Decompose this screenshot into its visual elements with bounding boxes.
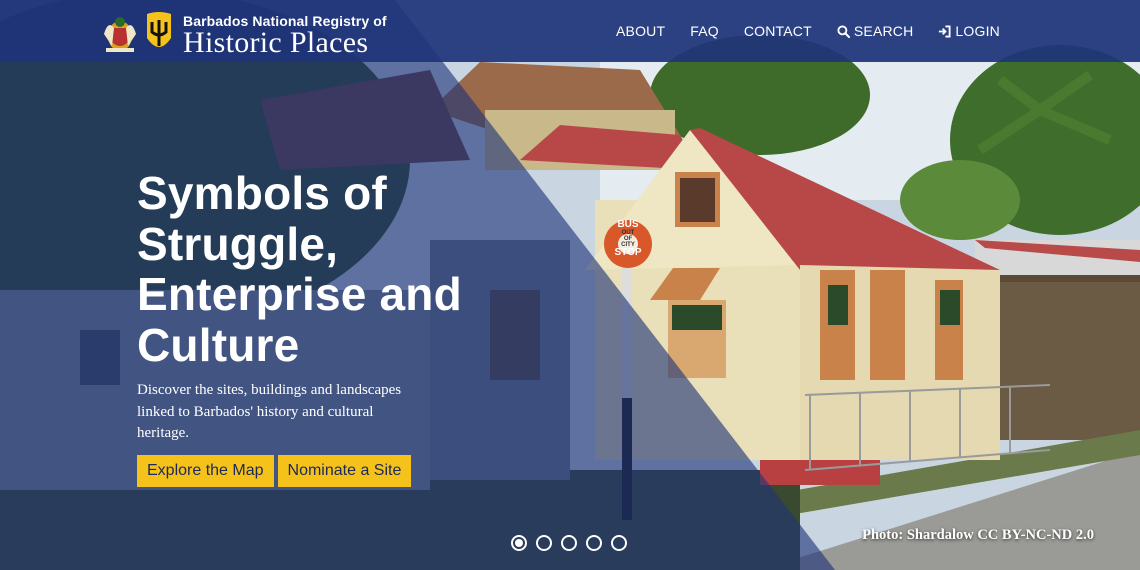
carousel-dot-5[interactable]	[611, 535, 627, 551]
nav-faq-label: FAQ	[690, 23, 719, 39]
carousel-indicators	[511, 535, 627, 551]
nav-search[interactable]: SEARCH	[837, 23, 914, 39]
nav-login-label: LOGIN	[955, 23, 1000, 39]
photo-credit: Photo: Shardalow CC BY-NC-ND 2.0	[862, 527, 1094, 543]
hero-title-line: Symbols of	[137, 167, 387, 219]
hero-buttons: Explore the Map Nominate a Site	[137, 454, 437, 487]
hero-title-line: Enterprise and	[137, 268, 462, 320]
barbados-crest-icon	[104, 17, 136, 52]
brand-line-2: Historic Places	[183, 26, 369, 59]
nav-login[interactable]: LOGIN	[938, 23, 1000, 39]
nav-faq[interactable]: FAQ	[690, 23, 719, 39]
nav-contact-label: CONTACT	[743, 23, 812, 39]
carousel-dot-1[interactable]	[511, 535, 527, 551]
main-nav: ABOUT FAQ CONTACT SEARCH LOGIN	[616, 0, 1000, 62]
top-navbar: Barbados National Registry of Historic P…	[0, 0, 1140, 62]
sign-word: BUS	[617, 219, 639, 230]
hero-title-line: Struggle,	[137, 217, 339, 270]
brand-text: Barbados National Registry of Historic P…	[183, 9, 387, 59]
site-logo-link[interactable]: Barbados National Registry of Historic P…	[100, 8, 387, 58]
hero-title: Symbols of Struggle, Enterprise and Cult…	[137, 167, 462, 371]
sign-word: STOP	[614, 247, 642, 258]
hero-content: Symbols of Struggle, Enterprise and Cult…	[137, 167, 462, 487]
nav-search-label: SEARCH	[853, 23, 914, 39]
explore-map-button[interactable]: Explore the Map	[137, 454, 274, 487]
nav-contact[interactable]: CONTACT	[744, 23, 812, 39]
hero-title-line: Culture	[137, 318, 300, 371]
carousel-dot-3[interactable]	[561, 535, 577, 551]
nav-about-label: ABOUT	[616, 23, 666, 39]
carousel-dot-4[interactable]	[586, 535, 602, 551]
nominate-site-button[interactable]: Nominate a Site	[277, 454, 412, 487]
nav-about[interactable]: ABOUT	[616, 23, 665, 39]
hero-description: Discover the sites, buildings and landsc…	[137, 382, 402, 441]
search-icon	[837, 24, 850, 38]
trident-badge-icon	[147, 12, 171, 47]
carousel-dot-2[interactable]	[536, 535, 552, 551]
login-icon	[939, 24, 951, 38]
bus-stop-sign-text: BUS OUT OF CITY STOP	[608, 220, 648, 258]
